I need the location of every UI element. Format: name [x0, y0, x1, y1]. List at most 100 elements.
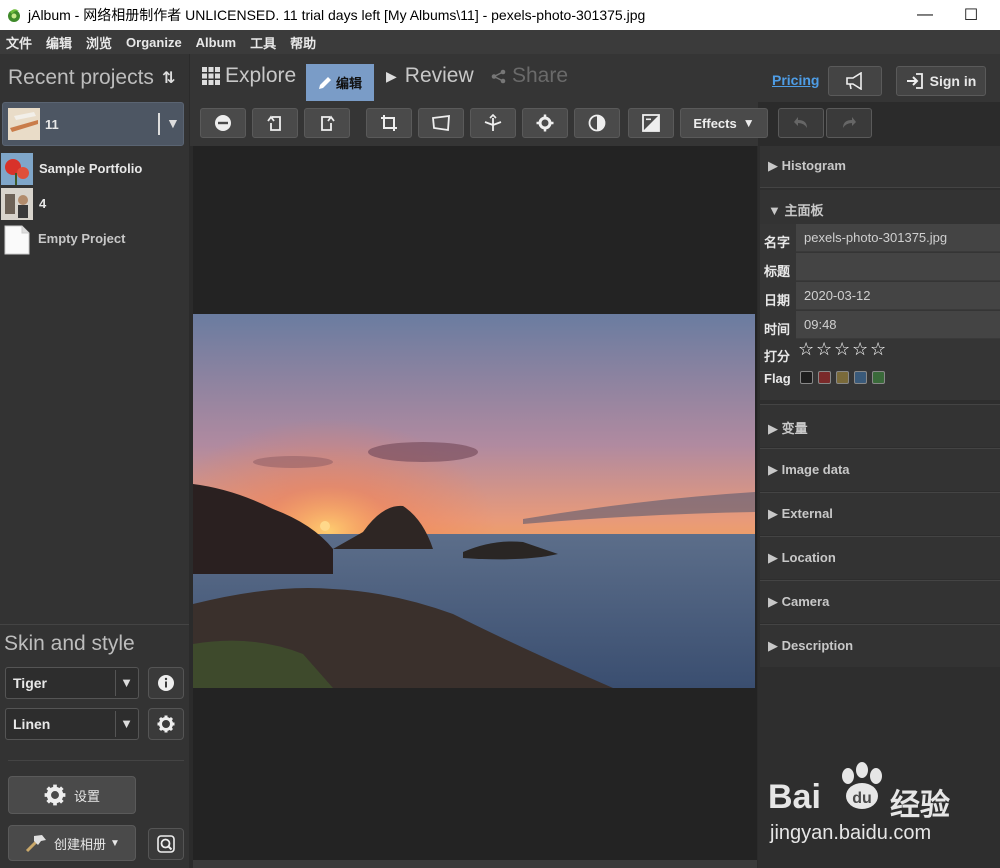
remove-button[interactable]	[200, 108, 246, 138]
tab-review[interactable]: ▶ Review	[386, 64, 474, 88]
rating-stars[interactable]: ☆ ☆ ☆ ☆ ☆	[798, 339, 898, 361]
project-item-11[interactable]: 11 ▼	[2, 102, 184, 146]
blank-page-icon	[4, 225, 30, 255]
section-collapsed[interactable]: ▶ Image data	[760, 448, 1000, 491]
sign-in-label: Sign in	[929, 73, 977, 89]
straighten-button[interactable]	[418, 108, 464, 138]
rotate-right-icon	[321, 115, 335, 131]
chevron-down-icon: ▼	[120, 675, 133, 690]
recent-projects-title: Recent projects	[8, 66, 154, 89]
tab-share[interactable]: Share	[491, 64, 568, 88]
title-field[interactable]	[796, 253, 1000, 281]
menu-edit[interactable]: 编辑	[46, 33, 72, 52]
sign-in-button[interactable]: Sign in	[896, 66, 986, 96]
tab-edit[interactable]: 编辑	[306, 64, 374, 101]
star-icon[interactable]: ☆	[870, 339, 886, 360]
star-icon[interactable]: ☆	[852, 339, 868, 360]
style-value: Linen	[13, 716, 51, 732]
hammer-icon	[25, 835, 47, 853]
exposure-button[interactable]	[628, 108, 674, 138]
section-collapsed[interactable]: ▶ Camera	[760, 580, 1000, 623]
maximize-icon: ☐	[963, 7, 979, 24]
undo-button[interactable]	[778, 108, 824, 138]
collapse-icon: ▼ 主面板	[768, 203, 824, 218]
name-field[interactable]: pexels-photo-301375.jpg	[796, 224, 1000, 252]
menu-file[interactable]: 文件	[6, 33, 32, 52]
minimize-button[interactable]: —	[902, 0, 948, 30]
field-label: 日期	[764, 293, 791, 308]
flag-label: Flag	[764, 371, 791, 386]
project-item-empty[interactable]: Empty Project	[0, 222, 188, 256]
gear-icon	[536, 114, 554, 132]
share-icon	[491, 69, 506, 83]
crop-button[interactable]	[366, 108, 412, 138]
tab-review-label: Review	[404, 64, 474, 87]
maximize-button[interactable]: ☐	[948, 0, 994, 30]
section-main-panel[interactable]: ▼ 主面板	[760, 190, 1000, 224]
flag-swatch[interactable]	[854, 371, 867, 384]
project-item-4[interactable]: 4	[0, 187, 188, 221]
menu-help[interactable]: 帮助	[290, 33, 316, 52]
section-histogram[interactable]: ▶ Histogram	[760, 146, 1000, 188]
effects-button[interactable]: Effects ▼	[680, 108, 768, 138]
settings-button[interactable]: 设置	[8, 776, 136, 814]
menu-album[interactable]: Album	[196, 35, 236, 50]
news-button[interactable]	[828, 66, 882, 96]
star-icon[interactable]: ☆	[834, 339, 850, 360]
make-album-button[interactable]: 创建相册 ▼	[8, 825, 136, 861]
horizontal-scrollbar[interactable]	[193, 860, 757, 868]
chevron-down-icon[interactable]: ▼	[166, 115, 180, 131]
project-item-sample-portfolio[interactable]: Sample Portfolio	[0, 152, 188, 186]
rotate-right-button[interactable]	[304, 108, 350, 138]
collapsed-sections: ▶ 变量 ▶ Image data ▶ External ▶ Location ▶ Ca…	[758, 404, 1000, 684]
image-canvas[interactable]	[193, 146, 757, 860]
project-thumbnail	[1, 188, 33, 220]
sort-icon[interactable]: ⇅	[162, 68, 175, 88]
info-icon	[158, 675, 174, 691]
date-field[interactable]: 2020-03-12	[796, 282, 1000, 310]
section-label: ▶ Camera	[768, 594, 830, 609]
section-collapsed[interactable]: ▶ External	[760, 492, 1000, 535]
section-label: ▶ External	[768, 506, 833, 521]
expand-icon: ▶ Histogram	[768, 158, 846, 173]
field-label: 标题	[764, 264, 791, 279]
section-collapsed[interactable]: ▶ 变量	[760, 404, 1000, 447]
contrast-icon	[588, 114, 606, 132]
flag-swatch[interactable]	[800, 371, 813, 384]
skin-info-button[interactable]	[148, 667, 184, 699]
section-label: ▶ Description	[768, 638, 854, 653]
time-field[interactable]: 09:48	[796, 311, 1000, 339]
flag-swatch[interactable]	[818, 371, 831, 384]
skin-select[interactable]: Tiger ▼	[5, 667, 139, 699]
crop-icon	[381, 115, 397, 131]
star-icon[interactable]: ☆	[798, 339, 814, 360]
sign-in-icon	[906, 73, 923, 89]
tab-explore[interactable]: Explore	[202, 64, 296, 88]
skin-settings-button[interactable]	[148, 708, 184, 740]
project-name: 4	[39, 196, 47, 211]
section-label: ▶ 变量	[768, 421, 808, 436]
section-collapsed[interactable]: ▶ Description	[760, 624, 1000, 667]
pricing-link[interactable]: Pricing	[772, 72, 819, 88]
rotate-left-button[interactable]	[252, 108, 298, 138]
rating-label: 打分	[764, 349, 791, 364]
contrast-button[interactable]	[574, 108, 620, 138]
menu-view[interactable]: 浏览	[86, 33, 112, 52]
adjust-button[interactable]	[522, 108, 568, 138]
menu-bar: 文件 编辑 浏览 Organize Album 工具 帮助	[0, 30, 1000, 54]
gear-icon	[44, 784, 66, 806]
preview-button[interactable]	[148, 828, 184, 860]
menu-organize[interactable]: Organize	[126, 35, 182, 50]
flip-button[interactable]	[470, 108, 516, 138]
skin-value: Tiger	[13, 675, 47, 691]
section-collapsed[interactable]: ▶ Location	[760, 536, 1000, 579]
star-icon[interactable]: ☆	[816, 339, 832, 360]
redo-button[interactable]	[826, 108, 872, 138]
style-select[interactable]: Linen ▼	[5, 708, 139, 740]
chevron-down-icon: ▼	[110, 837, 120, 849]
flag-swatch[interactable]	[872, 371, 885, 384]
photo-preview	[193, 314, 755, 688]
menu-tools[interactable]: 工具	[250, 33, 276, 52]
flag-swatch[interactable]	[836, 371, 849, 384]
chevron-down-icon: ▼	[120, 716, 133, 731]
